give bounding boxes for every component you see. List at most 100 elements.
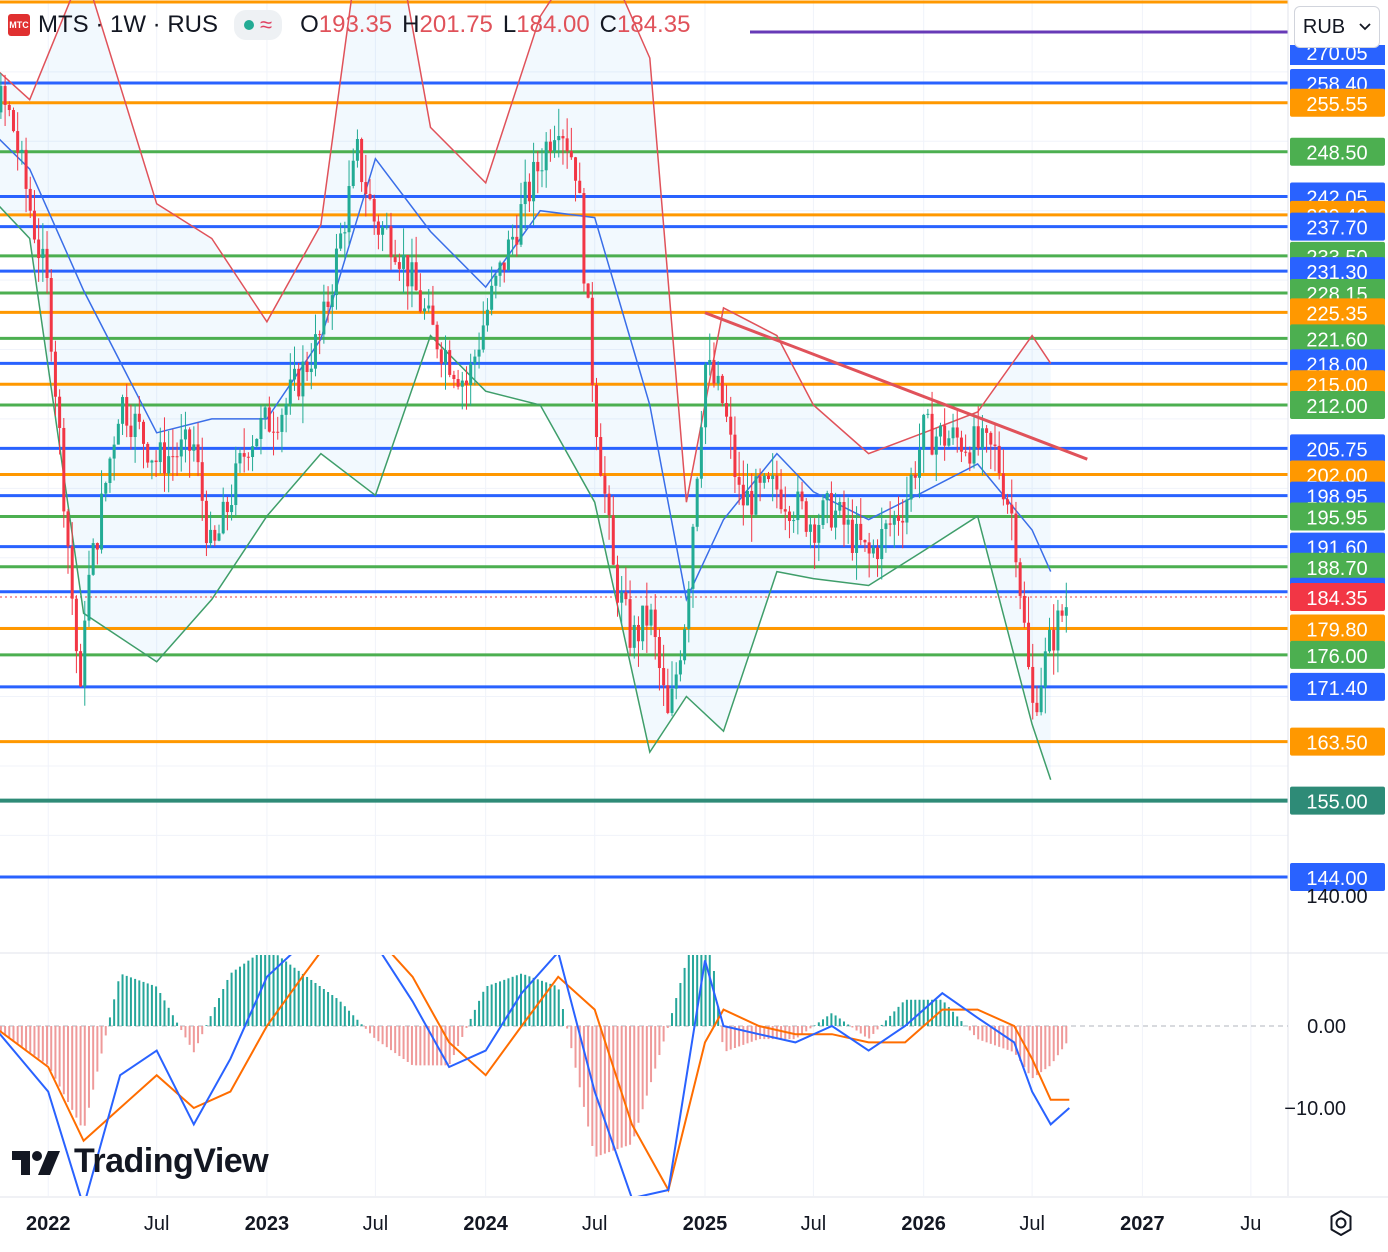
symbol-title[interactable]: MTS · 1W · RUS: [38, 11, 218, 39]
candle-body: [83, 620, 87, 687]
candle-body: [464, 380, 468, 385]
macd-axis-tick-label: −10.00: [1284, 1098, 1346, 1120]
candle-body: [204, 500, 208, 544]
candle-body: [989, 432, 993, 445]
candle-body: [821, 500, 825, 525]
candle-body: [758, 476, 762, 483]
candle-body: [238, 453, 242, 464]
candle-body: [892, 515, 896, 525]
candle-body: [838, 501, 842, 511]
candle-body: [133, 413, 137, 438]
candle-body: [49, 278, 53, 352]
price-axis-label: 188.70: [1306, 558, 1367, 580]
close-value: 184.35: [617, 11, 691, 38]
candle-body: [746, 490, 750, 506]
legend-status-pill[interactable]: ≈: [234, 10, 283, 40]
price-axis-label: 176.00: [1306, 646, 1367, 668]
candle-body: [20, 149, 24, 153]
candle-body: [1001, 473, 1005, 500]
candle-body: [58, 396, 62, 428]
candle-body: [930, 413, 934, 455]
candle-body: [146, 443, 150, 463]
brand-name: TradingView: [74, 1142, 269, 1180]
time-axis-tick-label: Jul: [363, 1213, 389, 1235]
price-chart[interactable]: 258.40255.55248.50242.05239.40237.70233.…: [0, 0, 1388, 1252]
tradingview-brand[interactable]: TradingView: [12, 1142, 269, 1181]
candle-body: [129, 425, 133, 438]
candle-body: [1027, 622, 1031, 667]
candle-body: [569, 151, 573, 158]
candle-body: [95, 543, 99, 550]
candle-body: [599, 437, 603, 476]
time-axis-tick-label: 2024: [463, 1213, 508, 1235]
candle-body: [964, 451, 968, 453]
candle-body: [179, 439, 183, 457]
candle-body: [561, 135, 565, 139]
time-axis-tick-label: 2027: [1120, 1213, 1165, 1235]
candle-body: [263, 407, 267, 418]
candle-body: [79, 651, 83, 687]
currency-button[interactable]: RUB: [1294, 6, 1380, 48]
low-label: L: [502, 11, 517, 38]
candle-body: [293, 368, 297, 380]
candle-body: [674, 674, 678, 689]
candle-body: [318, 334, 322, 336]
candle-body: [284, 404, 288, 415]
candle-body: [691, 526, 695, 589]
candle-body: [834, 510, 838, 528]
candle-body: [536, 161, 540, 172]
candle-body: [45, 248, 49, 279]
candle-body: [70, 546, 74, 599]
high-label: H: [402, 11, 420, 38]
time-axis-tick-label: 2023: [245, 1213, 290, 1235]
candle-body: [37, 239, 41, 259]
candle-body: [766, 475, 770, 480]
candle-body: [276, 431, 280, 433]
candle-body: [439, 349, 443, 364]
candle-body: [431, 305, 435, 325]
candle-body: [624, 592, 628, 600]
candle-body: [628, 599, 632, 648]
candle-body: [968, 452, 972, 464]
candle-body: [221, 501, 225, 534]
candle-body: [582, 193, 586, 284]
candle-body: [481, 325, 485, 350]
candle-body: [716, 375, 720, 384]
candle-body: [385, 226, 389, 228]
candle-body: [649, 609, 653, 626]
gear-icon[interactable]: [1326, 1208, 1356, 1238]
candle-body: [515, 236, 519, 245]
candle-body: [842, 501, 846, 525]
candle-body: [804, 501, 808, 532]
candle-body: [855, 523, 859, 553]
candle-body: [1064, 607, 1068, 616]
candle-body: [473, 356, 477, 364]
candle-body: [867, 542, 871, 554]
candle-body: [183, 429, 187, 440]
candle-body: [297, 368, 301, 397]
candle-body: [825, 493, 829, 501]
candle-body: [397, 262, 401, 269]
candle-body: [460, 380, 464, 387]
candle-body: [91, 543, 95, 575]
candle-body: [209, 529, 213, 544]
candle-body: [511, 236, 515, 240]
candle-body: [448, 350, 452, 375]
candle-body: [829, 493, 833, 528]
candle-body: [1010, 504, 1014, 514]
candle-body: [670, 688, 674, 713]
candle-body: [104, 483, 108, 494]
candle-body: [7, 104, 11, 111]
candle-body: [787, 511, 791, 521]
candle-body: [41, 248, 45, 259]
candle-body: [360, 139, 364, 183]
candle-body: [901, 520, 905, 523]
candle-body: [754, 476, 758, 515]
candle-body: [951, 427, 955, 439]
candle-body: [490, 285, 494, 310]
time-axis-tick-label: Jul: [1019, 1213, 1045, 1235]
candle-body: [544, 141, 548, 171]
price-axis-label: 225.35: [1306, 303, 1367, 325]
candle-body: [733, 434, 737, 478]
candle-body: [255, 438, 259, 447]
